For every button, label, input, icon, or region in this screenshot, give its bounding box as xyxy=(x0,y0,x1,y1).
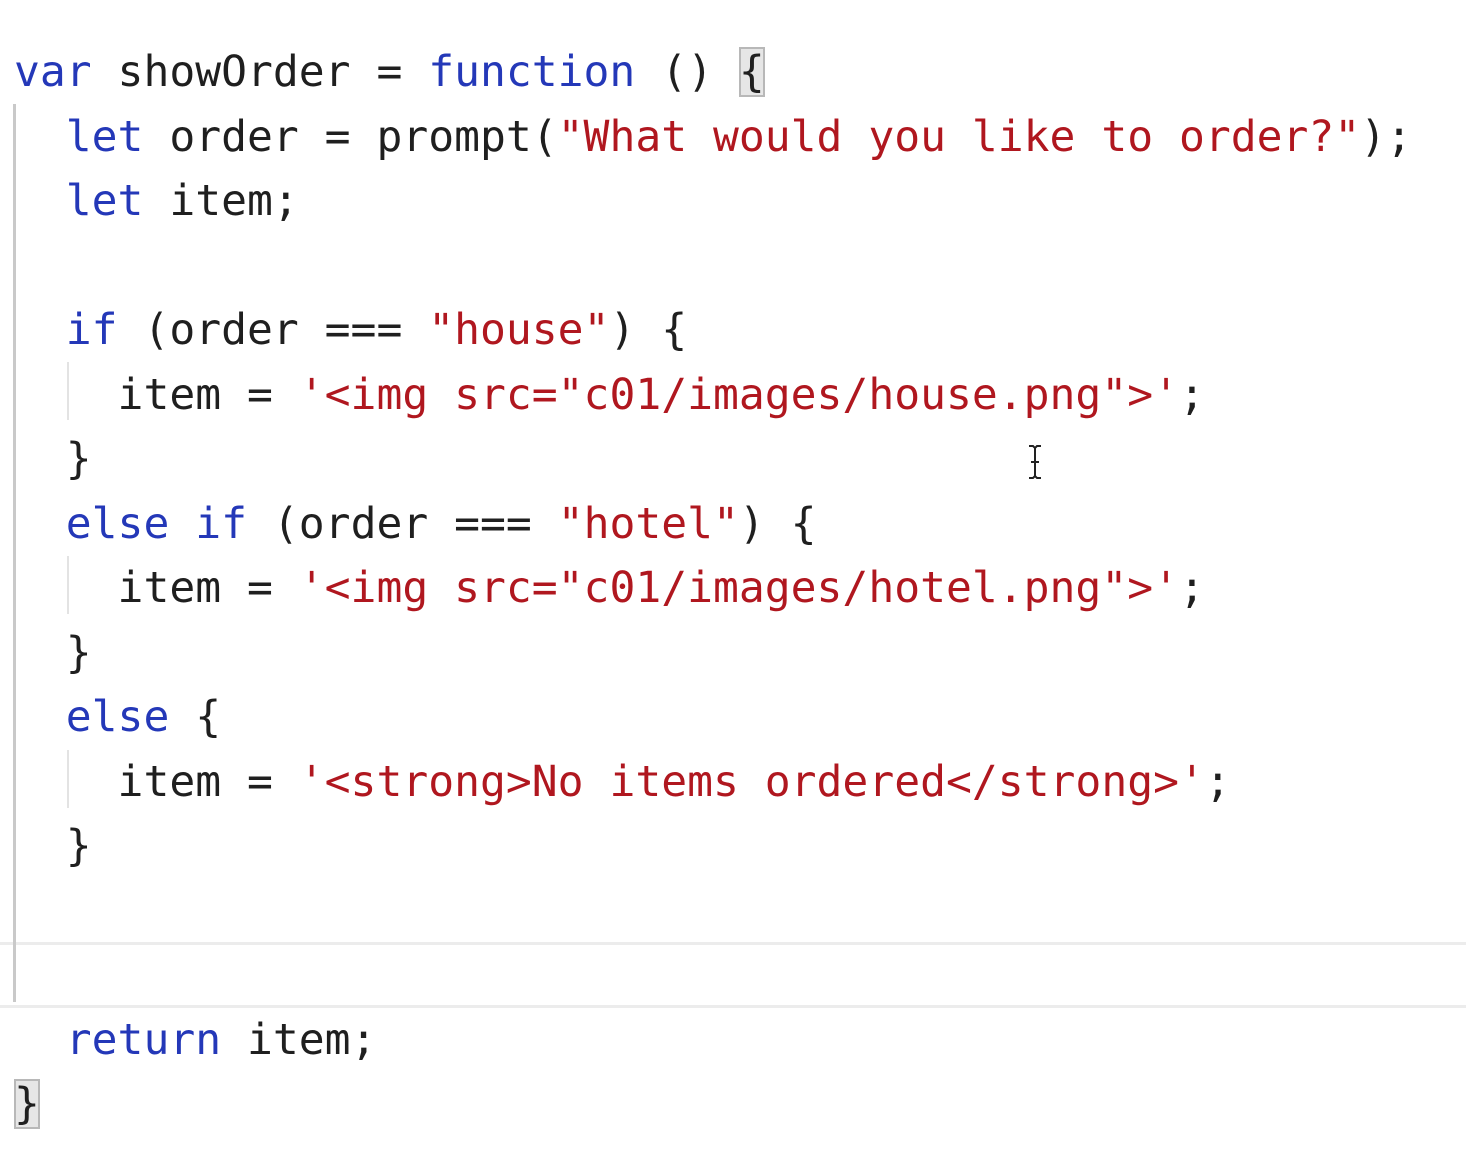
keyword-token: let xyxy=(65,176,144,226)
code-line-5[interactable]: if (order === "house") { xyxy=(14,298,687,362)
code-token: } xyxy=(14,628,92,678)
code-token: } xyxy=(14,821,92,871)
string-token: '<strong>No items ordered</strong>' xyxy=(298,757,1205,807)
keyword-token: else xyxy=(65,692,170,742)
code-token: ); xyxy=(1360,112,1412,162)
keyword-token: var xyxy=(14,47,92,97)
code-line-7[interactable]: } xyxy=(14,427,92,491)
code-token: { xyxy=(169,692,222,742)
code-token: item = xyxy=(14,757,299,807)
code-token: () xyxy=(635,47,739,97)
code-line-16[interactable]: return item; xyxy=(14,1008,377,1072)
string-token: "house" xyxy=(428,305,610,355)
code-token: order = prompt( xyxy=(143,112,558,162)
code-token: item; xyxy=(221,1015,377,1065)
code-token: showOrder = xyxy=(91,47,429,97)
string-token: '<img src="c01/images/house.png">' xyxy=(298,370,1179,420)
keyword-token: if xyxy=(195,499,248,549)
current-line-highlight xyxy=(0,942,1466,1008)
code-line-1[interactable]: var showOrder = function () { xyxy=(14,40,765,104)
text-cursor-icon xyxy=(1029,445,1041,479)
code-token: } xyxy=(14,434,92,484)
code-line-13[interactable]: } xyxy=(14,814,92,878)
code-line-11[interactable]: else { xyxy=(14,685,221,749)
code-line-12[interactable]: item = '<strong>No items ordered</strong… xyxy=(14,750,1231,814)
code-token: ) { xyxy=(609,305,688,355)
string-token: "hotel" xyxy=(557,499,739,549)
code-token: item = xyxy=(14,370,299,420)
keyword-token: function xyxy=(428,47,636,97)
code-line-2[interactable]: let order = prompt("What would you like … xyxy=(14,105,1412,169)
matched-brace: { xyxy=(738,47,765,97)
code-token: (order === xyxy=(117,305,429,355)
code-token: item; xyxy=(143,176,299,226)
keyword-token: if xyxy=(65,305,118,355)
code-line-17[interactable]: } xyxy=(14,1072,40,1136)
code-token: ) { xyxy=(738,499,817,549)
code-token: item = xyxy=(14,563,299,613)
code-line-6[interactable]: item = '<img src="c01/images/house.png">… xyxy=(14,363,1205,427)
matched-brace: } xyxy=(14,1079,40,1129)
string-token: "What would you like to order?" xyxy=(557,112,1361,162)
string-token: '<img src="c01/images/hotel.png">' xyxy=(298,563,1179,613)
code-line-3[interactable]: let item; xyxy=(14,169,299,233)
keyword-token: return xyxy=(65,1015,222,1065)
code-token: ; xyxy=(1178,563,1205,613)
code-line-8[interactable]: else if (order === "hotel") { xyxy=(14,492,817,556)
code-line-10[interactable]: } xyxy=(14,621,92,685)
code-token: ; xyxy=(1178,370,1205,420)
keyword-token: let xyxy=(65,112,144,162)
code-line-9[interactable]: item = '<img src="c01/images/hotel.png">… xyxy=(14,556,1205,620)
code-editor[interactable]: var showOrder = function () { let order … xyxy=(0,0,1466,1150)
keyword-token: else xyxy=(65,499,170,549)
code-token: ; xyxy=(1204,757,1231,807)
code-token: (order === xyxy=(247,499,558,549)
